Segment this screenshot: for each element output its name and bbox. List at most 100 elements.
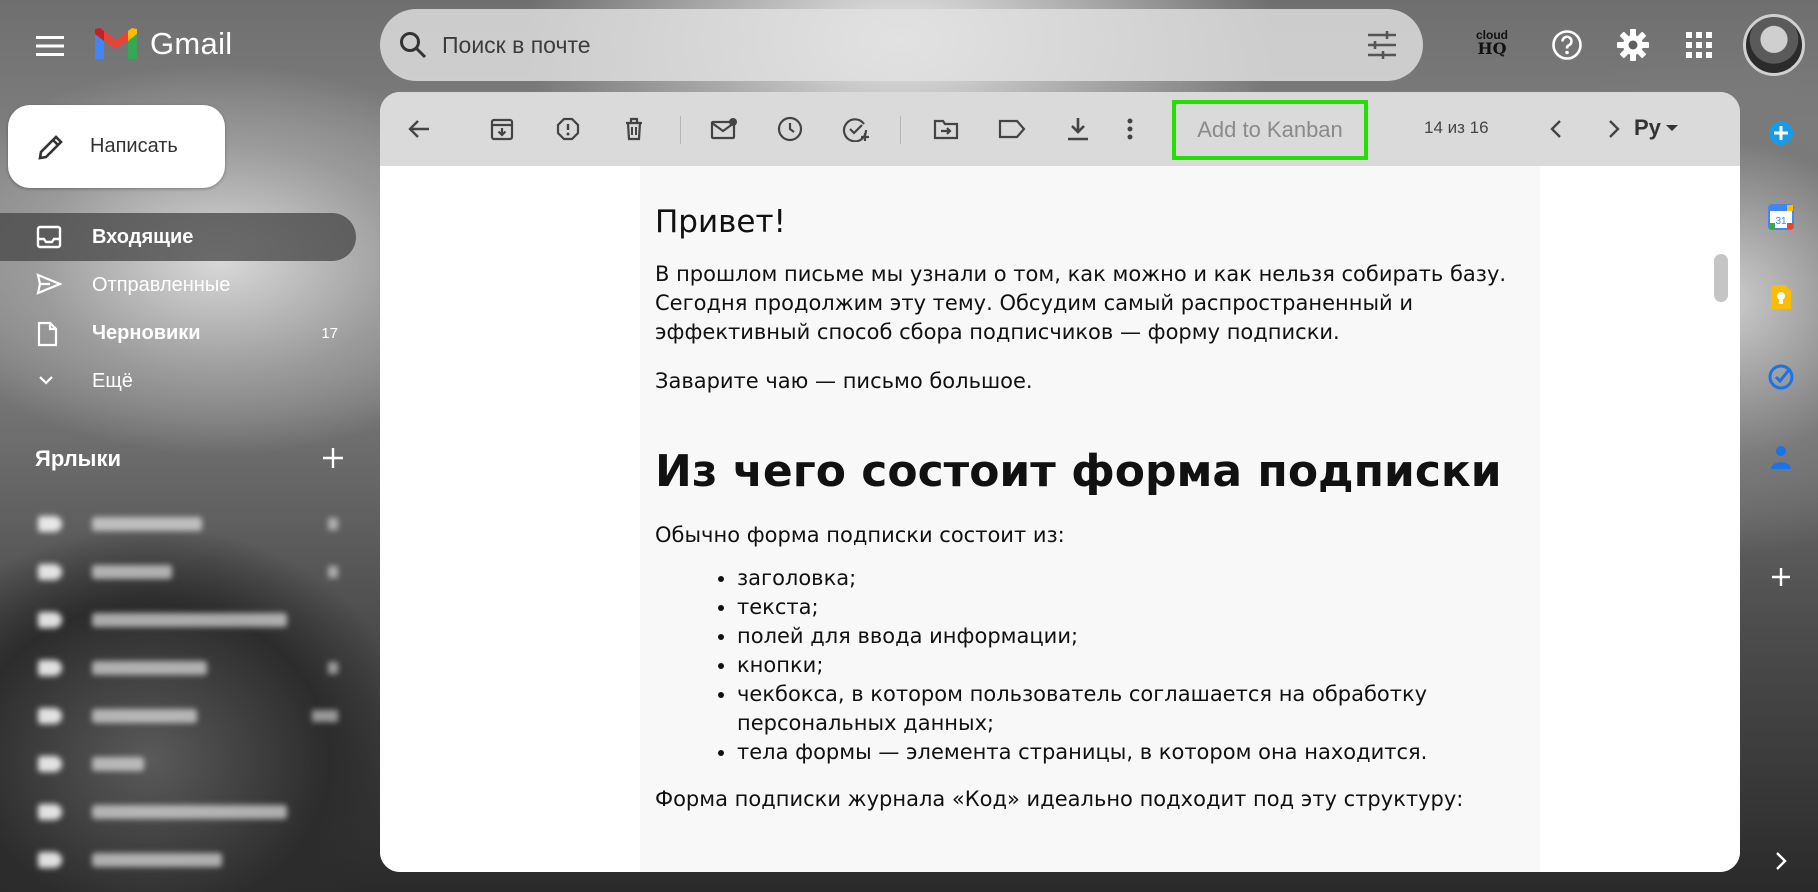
label-tag-icon: [38, 516, 62, 532]
email-paragraph: Заварите чаю — письмо большое.: [655, 369, 1033, 393]
label-icon: [998, 118, 1026, 140]
older-message-button[interactable]: [1590, 105, 1638, 153]
email-content: Привет! В прошлом письме мы узнали о том…: [640, 166, 1540, 872]
newer-message-button[interactable]: [1532, 105, 1580, 153]
sidebar-item-label: Ещё: [92, 369, 133, 392]
move-to-folder-icon: [933, 118, 959, 140]
account-avatar[interactable]: [1743, 14, 1805, 76]
search-input[interactable]: Поиск в почте: [442, 32, 1367, 59]
search-bar[interactable]: Поиск в почте: [380, 9, 1423, 81]
delete-button[interactable]: [610, 105, 658, 153]
help-icon: [1551, 29, 1583, 61]
keep-icon: [1769, 283, 1793, 311]
label-tag-icon: [38, 852, 62, 868]
email-greeting: Привет!: [655, 204, 786, 240]
label-item[interactable]: [0, 596, 356, 644]
chevron-right-icon: [1774, 851, 1788, 871]
sidebar-item-label: Отправленные: [92, 273, 231, 296]
contacts-icon: [1769, 443, 1793, 471]
more-actions-button[interactable]: [1106, 105, 1154, 153]
search-options-icon[interactable]: [1367, 31, 1397, 59]
list-item: полей для ввода информации;: [737, 622, 1477, 651]
label-item[interactable]: [0, 692, 356, 740]
message-panel: Add to Kanban 14 из 16 Ру Привет! В прош…: [380, 92, 1740, 872]
caret-down-icon: [1665, 123, 1679, 133]
spam-icon: [556, 117, 580, 141]
search-icon[interactable]: [398, 30, 428, 60]
main-menu-button[interactable]: [28, 24, 72, 68]
add-label-icon[interactable]: [321, 446, 345, 470]
chevron-left-icon: [1549, 119, 1563, 139]
list-item: тела формы — элемента страницы, в которо…: [737, 738, 1477, 767]
archive-icon: [490, 117, 514, 141]
scrollbar-thumb[interactable]: [1714, 254, 1728, 302]
calendar-icon: 31: [1767, 203, 1795, 231]
label-item[interactable]: [0, 548, 356, 596]
archive-button[interactable]: [478, 105, 526, 153]
draft-icon: [36, 321, 58, 347]
message-toolbar: Add to Kanban 14 из 16 Ру: [380, 92, 1740, 166]
sidebar-item-drafts[interactable]: Черновики 17: [0, 309, 356, 357]
sidebar-item-more[interactable]: Ещё: [0, 357, 356, 405]
message-pager: 14 из 16: [1424, 118, 1489, 137]
mark-unread-button[interactable]: [700, 105, 748, 153]
add-to-tasks-button[interactable]: [832, 105, 880, 153]
tasks-button[interactable]: [1758, 354, 1804, 400]
list-item: кнопки;: [737, 651, 1477, 680]
label-tag-icon: [38, 660, 62, 676]
cloudhq-side-button[interactable]: [1758, 110, 1804, 156]
labels-button[interactable]: [988, 105, 1036, 153]
list-item: заголовка;: [737, 564, 1477, 593]
gear-icon: [1616, 28, 1650, 62]
contacts-button[interactable]: [1758, 434, 1804, 480]
sidebar-item-inbox[interactable]: Входящие: [0, 213, 356, 261]
clock-icon: [777, 116, 803, 142]
email-heading: Из чего состоит форма подписки: [655, 446, 1502, 497]
label-item[interactable]: [0, 500, 356, 548]
compose-button[interactable]: Написать: [8, 105, 225, 188]
sidebar-item-sent[interactable]: Отправленные: [0, 261, 356, 309]
keep-button[interactable]: [1758, 274, 1804, 320]
send-icon: [36, 273, 62, 295]
label-item[interactable]: [0, 644, 356, 692]
input-language-label: Ру: [1634, 115, 1661, 140]
report-spam-button[interactable]: [544, 105, 592, 153]
cloudhq-line2: HQ: [1477, 39, 1507, 58]
toolbar-divider: [900, 116, 901, 144]
top-bar: Gmail Поиск в почте cloud HQ: [0, 0, 1818, 92]
calendar-button[interactable]: 31: [1758, 194, 1804, 240]
move-to-button[interactable]: [922, 105, 970, 153]
svg-text:31: 31: [1775, 216, 1787, 227]
list-item: чекбокса, в котором пользователь соглаша…: [737, 680, 1477, 738]
input-tools-button[interactable]: Ру: [1634, 115, 1679, 141]
chevron-down-icon: [36, 369, 56, 391]
inbox-icon: [36, 225, 62, 249]
add-to-kanban-button[interactable]: Add to Kanban: [1172, 100, 1368, 160]
label-item[interactable]: [0, 788, 356, 836]
labels-section-header: Ярлыки: [35, 446, 345, 478]
gmail-logo[interactable]: Gmail: [92, 26, 232, 62]
cloudhq-plus-icon: [1767, 119, 1795, 147]
toolbar-divider: [680, 116, 681, 144]
back-button[interactable]: [395, 105, 443, 153]
snooze-button[interactable]: [766, 105, 814, 153]
sidebar-item-label: Входящие: [92, 225, 194, 248]
label-tag-icon: [38, 564, 62, 580]
download-button[interactable]: [1054, 105, 1102, 153]
apps-button[interactable]: [1676, 22, 1722, 68]
settings-button[interactable]: [1610, 22, 1656, 68]
hamburger-menu-icon: [36, 35, 64, 57]
sidebar-item-label: Черновики: [92, 321, 201, 344]
label-tag-icon: [38, 708, 62, 724]
apps-grid-icon: [1686, 32, 1712, 58]
cloudhq-button[interactable]: cloud HQ: [1472, 28, 1512, 62]
email-paragraph: В прошлом письме мы узнали о том, как мо…: [655, 262, 1507, 344]
show-side-panel-button[interactable]: [1758, 838, 1804, 884]
mark-unread-icon: [710, 117, 738, 141]
label-tag-icon: [38, 612, 62, 628]
more-vert-icon: [1127, 118, 1133, 140]
label-item[interactable]: [0, 836, 356, 884]
support-button[interactable]: [1544, 22, 1590, 68]
label-item[interactable]: [0, 740, 356, 788]
get-addons-button[interactable]: [1758, 554, 1804, 600]
